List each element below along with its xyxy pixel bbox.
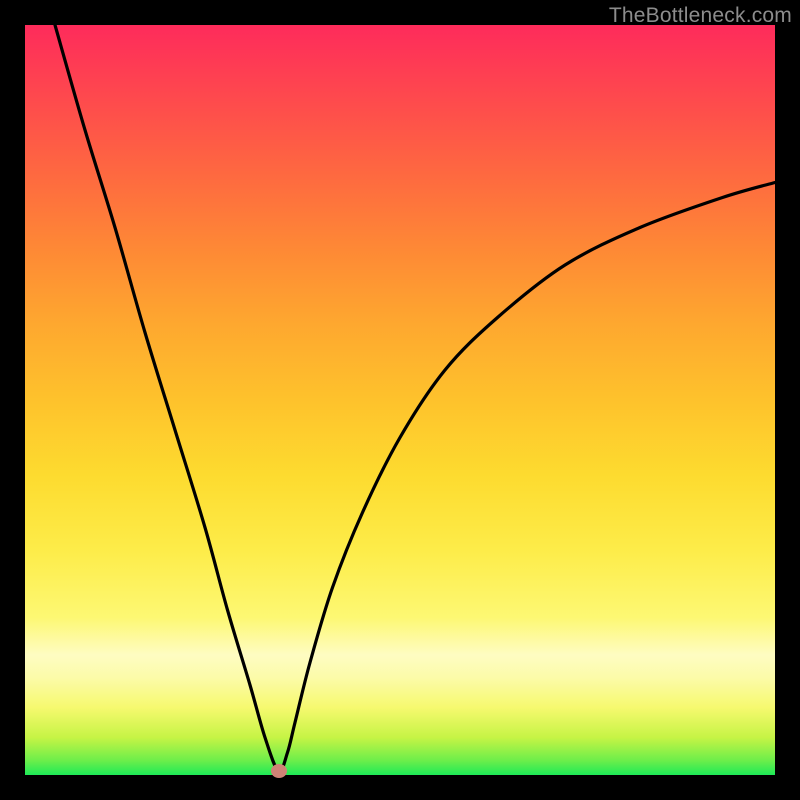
bottleneck-curve [25, 25, 775, 775]
chart-frame: TheBottleneck.com [0, 0, 800, 800]
watermark-text: TheBottleneck.com [609, 4, 792, 28]
minimum-marker [271, 764, 287, 778]
plot-area [25, 25, 775, 775]
